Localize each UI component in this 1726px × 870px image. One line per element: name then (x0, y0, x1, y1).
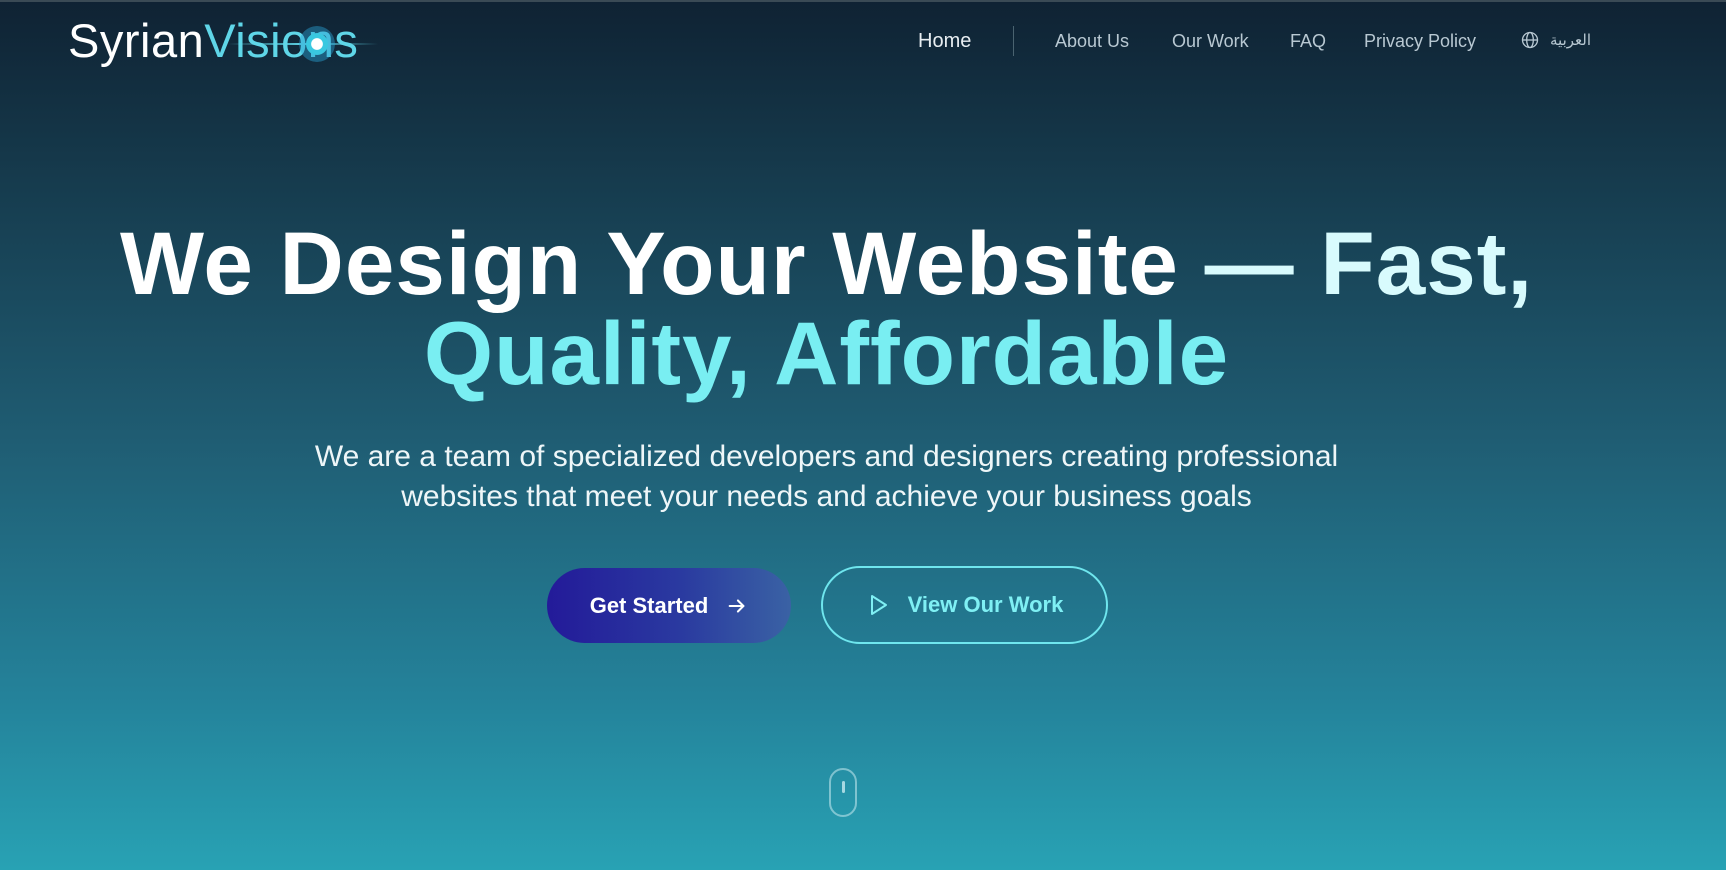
get-started-label: Get Started (589, 592, 709, 618)
play-icon (870, 595, 887, 615)
hero-subtitle: We are a team of specialized developers … (0, 437, 1653, 517)
hero-subtitle-line1: We are a team of specialized developers … (314, 440, 1339, 473)
brand-name-part1: Syrian (68, 13, 205, 67)
mouse-wheel (842, 781, 845, 793)
nav-our-work[interactable]: Our Work (1172, 24, 1249, 58)
brand-name-part2: Visions (204, 13, 359, 67)
nav-faq[interactable]: FAQ (1290, 24, 1326, 58)
language-switcher[interactable]: العربية (1520, 30, 1591, 50)
hero-title-line1-part2: — Fast, (1204, 213, 1534, 313)
hero-title: We Design Your Website — Fast, Quality, … (0, 218, 1653, 398)
nav-divider (1013, 26, 1014, 56)
nav-home[interactable]: Home (918, 24, 971, 58)
get-started-button[interactable]: Get Started (547, 568, 791, 643)
hero-title-line1-part1: We Design Your Website (119, 213, 1179, 313)
nav-about-us[interactable]: About Us (1055, 24, 1129, 58)
hero-subtitle-line2: websites that meet your needs and achiev… (401, 480, 1252, 513)
globe-icon (1521, 31, 1539, 49)
mouse-scroll-icon[interactable] (829, 768, 857, 817)
view-our-work-label: View Our Work (907, 592, 1064, 617)
arrow-right-icon (728, 598, 745, 613)
hero-title-line2: Quality, Affordable (423, 303, 1230, 403)
language-label: العربية (1550, 32, 1591, 49)
site-header: Syrian Visions Home About Us Our Work FAQ… (0, 0, 1726, 80)
view-our-work-button[interactable]: View Our Work (821, 566, 1108, 644)
nav-privacy-policy[interactable]: Privacy Policy (1364, 24, 1476, 58)
eye-icon (299, 26, 335, 62)
